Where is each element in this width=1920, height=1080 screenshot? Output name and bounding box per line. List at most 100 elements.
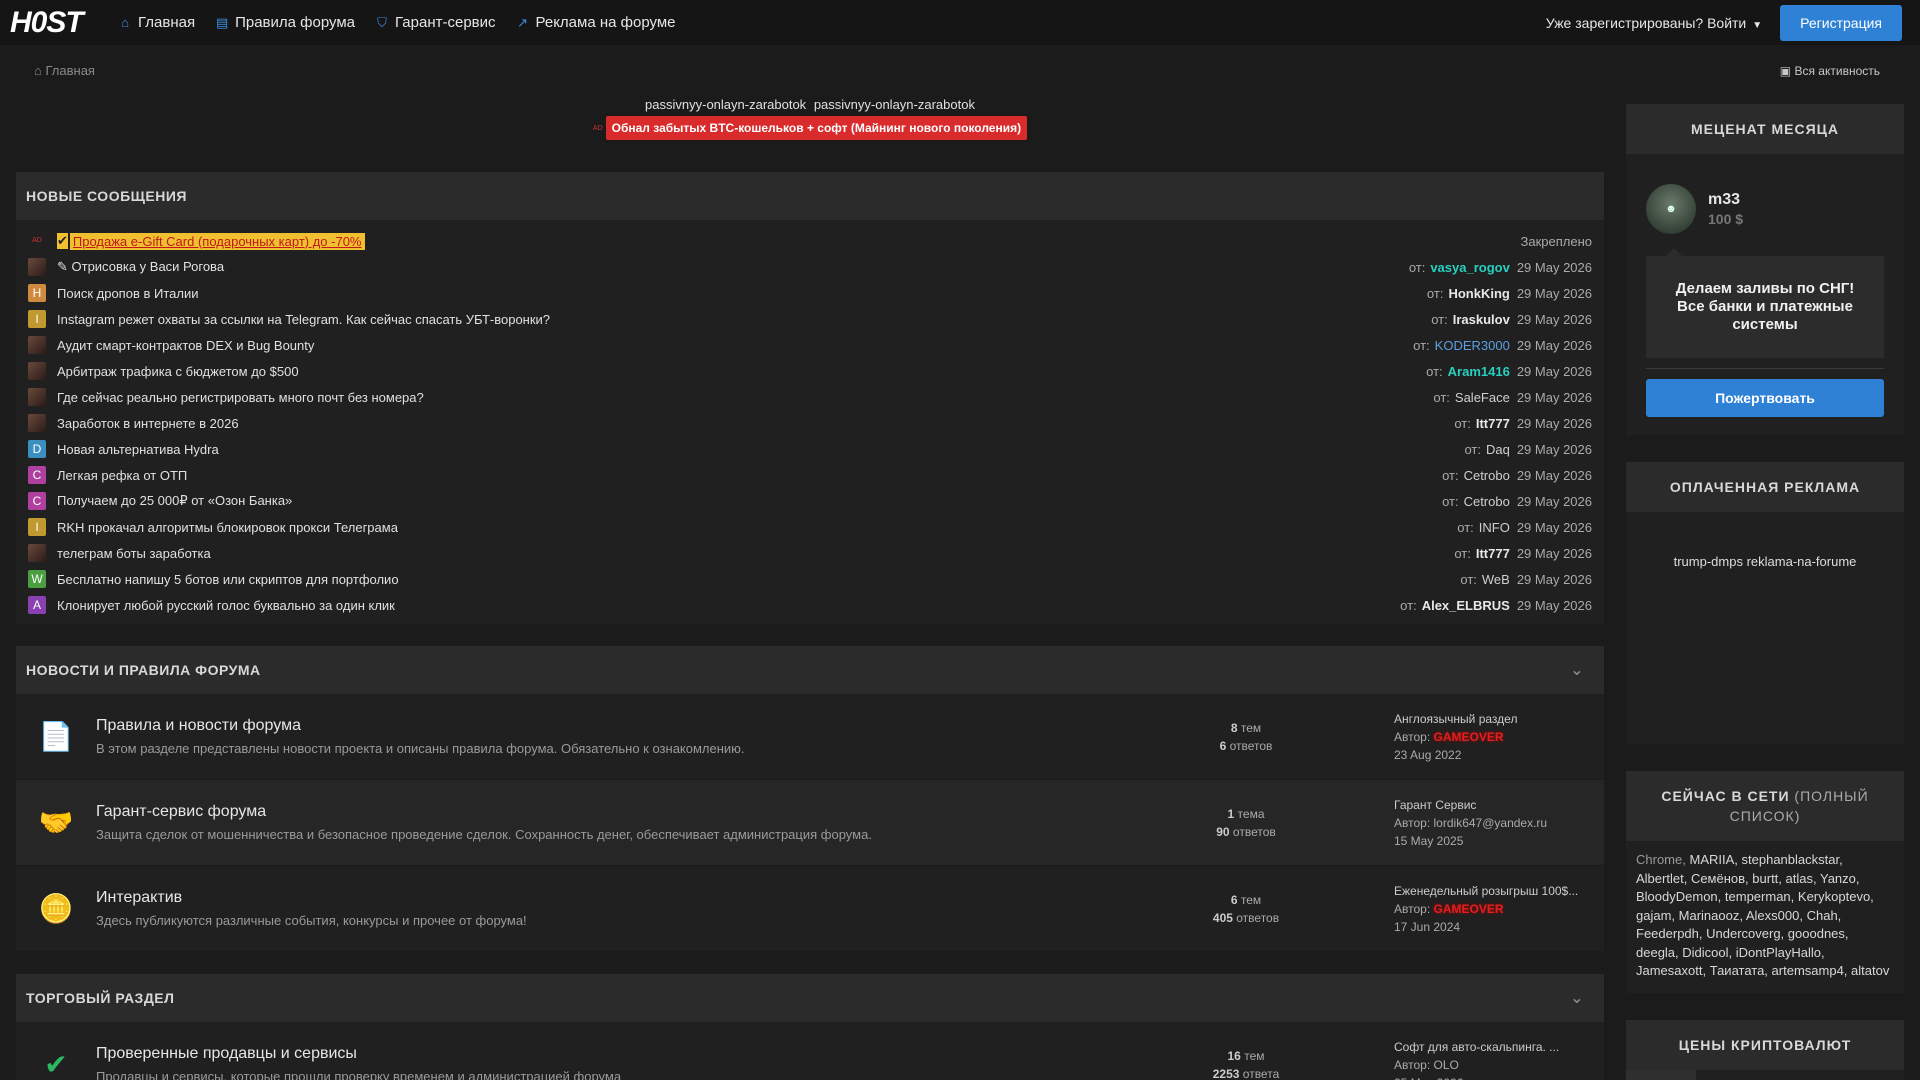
message-title[interactable]: Новая альтернатива Hydra [57,442,219,457]
avatar[interactable] [28,336,46,354]
last-post-author[interactable]: OLO [1434,1058,1459,1072]
message-row[interactable]: AD ✔ Продажа e-Gift Card (подарочных карт)… [28,228,1592,254]
ad-image-1[interactable]: trump-dmps [1674,554,1743,569]
message-title[interactable]: Instagram режет охваты за ссылки на Tele… [57,312,550,327]
online-user[interactable]: Chah, [1807,908,1842,923]
tab-usd[interactable]: USD [1626,1069,1696,1080]
online-user[interactable]: BloodyDemon, [1636,889,1721,904]
message-title[interactable]: Получаем до 25 000₽ от «Озон Банка» [57,493,292,509]
message-author[interactable]: Itt777 [1476,546,1510,561]
donate-button[interactable]: Пожертвовать [1646,379,1884,417]
message-title[interactable]: Легкая рефка от ОТП [57,468,187,483]
avatar[interactable] [28,362,46,380]
message-title[interactable]: Заработок в интернете в 2026 [57,416,239,431]
message-row[interactable]: I Instagram режет охваты за ссылки на Tel… [28,306,1592,332]
trade-header[interactable]: ТОРГОВЫЙ РАЗДЕЛ ⌄ [16,974,1604,1022]
message-title[interactable]: RKH прокачал алгоритмы блокировок прокси… [57,520,398,535]
chevron-down-icon[interactable]: ⌄ [1570,988,1584,1008]
online-user[interactable]: deegla, [1636,945,1679,960]
last-post-title[interactable]: Англоязычный раздел [1394,710,1594,728]
avatar[interactable]: C [28,492,46,510]
message-title[interactable]: Продажа e-Gift Card (подарочных карт) до… [69,232,365,250]
online-user[interactable]: gajam, [1636,908,1675,923]
avatar[interactable] [28,258,46,276]
message-author[interactable]: INFO [1479,520,1510,535]
message-row[interactable]: Где сейчас реально регистрировать много … [28,384,1592,410]
last-post-author[interactable]: GAMEOVER [1434,730,1504,744]
message-title[interactable]: Арбитраж трафика с бюджетом до $500 [57,364,299,379]
message-row[interactable]: ✎ Отрисовка у Васи Рогова от: vasya_rogov 2… [28,254,1592,280]
login-dropdown[interactable]: Уже зарегистрированы? Войти ▼ [1546,15,1762,31]
online-user[interactable]: Marinaooz, [1679,908,1743,923]
register-button[interactable]: Регистрация [1780,4,1902,41]
online-user[interactable]: Jamesaxott, [1636,963,1706,978]
message-row[interactable]: C Легкая рефка от ОТП от: Cetrobo 29 May 202… [28,462,1592,488]
nav-guarantee[interactable]: ⛉ Гарант-сервис [375,14,495,31]
online-user[interactable]: Alexs000, [1746,908,1803,923]
message-author[interactable]: WeB [1482,572,1510,587]
chevron-down-icon[interactable]: ⌄ [1570,660,1584,680]
message-title[interactable]: Бесплатно напишу 5 ботов или скриптов дл… [57,572,399,587]
message-author[interactable]: KODER3000 [1435,338,1510,353]
message-author[interactable]: vasya_rogov [1430,260,1510,275]
online-user[interactable]: Kerykoptevo, [1798,889,1874,904]
avatar[interactable]: ☻ [1646,184,1696,234]
ad-image-2[interactable]: reklama-na-forume [1747,554,1857,569]
message-row[interactable]: телеграм боты заработка от: Itt777 29 May 2… [28,540,1592,566]
online-user[interactable]: Albertlet, [1636,871,1687,886]
message-row[interactable]: D Новая альтернатива Hydra от: Daq 29 May 20… [28,436,1592,462]
message-row[interactable]: C Получаем до 25 000₽ от «Озон Банка» от: C… [28,488,1592,514]
message-row[interactable]: Аудит смарт-контрактов DEX и Bug Bounty о… [28,332,1592,358]
last-post-title[interactable]: Софт для авто-скальпинга. ... [1394,1038,1594,1056]
message-row[interactable]: Арбитраж трафика с бюджетом до $500 от: Ar… [28,358,1592,384]
patron-name[interactable]: m33 [1708,191,1743,209]
avatar[interactable]: C [28,466,46,484]
message-author[interactable]: Aram1416 [1448,364,1510,379]
message-author[interactable]: Alex_ELBRUS [1422,598,1510,613]
online-user[interactable]: Таиатата, [1710,963,1768,978]
avatar[interactable]: D [28,440,46,458]
banner-image-1[interactable]: passivnyy-onlayn-zarabotok [645,97,806,112]
message-title[interactable]: телеграм боты заработка [57,546,211,561]
avatar[interactable]: A [28,596,46,614]
message-author[interactable]: Itt777 [1476,416,1510,431]
last-post-author[interactable]: GAMEOVER [1434,902,1504,916]
site-logo[interactable]: H0ST [10,6,100,39]
tab-gbp[interactable]: GBP [1765,1070,1835,1080]
online-user[interactable]: Undercoverg, [1706,926,1784,941]
message-author[interactable]: Iraskulov [1453,312,1510,327]
message-author[interactable]: Daq [1486,442,1510,457]
avatar[interactable]: H [28,284,46,302]
message-row[interactable]: W Бесплатно напишу 5 ботов или скриптов д… [28,566,1592,592]
message-author[interactable]: Cetrobo [1464,494,1510,509]
last-post-author[interactable]: lordik647@yandex.ru [1434,816,1548,830]
banner-image-2[interactable]: passivnyy-onlayn-zarabotok [814,97,975,112]
online-user[interactable]: temperman, [1725,889,1794,904]
forum-name[interactable]: Гарант-сервис форума [96,803,1156,821]
tab-rub[interactable]: RUB [1835,1070,1905,1080]
news-rules-header[interactable]: НОВОСТИ И ПРАВИЛА ФОРУМА ⌄ [16,646,1604,694]
online-user[interactable]: MARIIA, [1689,852,1737,867]
nav-rules[interactable]: ▤ Правила форума [215,14,355,31]
online-user[interactable]: stephanblackstar, [1742,852,1843,867]
online-user[interactable]: burtt, [1752,871,1782,886]
all-activity-link[interactable]: ▣ Вся активность [1780,64,1880,78]
avatar[interactable]: I [28,310,46,328]
avatar[interactable]: W [28,570,46,588]
message-row[interactable]: A Клонирует любой русский голос буквально… [28,592,1592,618]
message-row[interactable]: I RKH прокачал алгоритмы блокировок прокс… [28,514,1592,540]
online-user[interactable]: Chrome, [1636,852,1686,867]
avatar[interactable] [28,414,46,432]
online-user[interactable]: altatov [1851,963,1889,978]
online-user[interactable]: Feederpdh, [1636,926,1703,941]
online-user[interactable]: iDontPlayHallo, [1736,945,1825,960]
last-post-title[interactable]: Еженедельный розыгрыш 100$... [1394,882,1594,900]
nav-ads[interactable]: ↗ Реклама на форуме [516,14,675,31]
online-user[interactable]: Yanzo, [1820,871,1860,886]
message-row[interactable]: H Поиск дропов в Италии от: HonkKing 29 May … [28,280,1592,306]
forum-name[interactable]: Проверенные продавцы и сервисы [96,1045,1156,1063]
message-author[interactable]: SaleFace [1455,390,1510,405]
breadcrumb-home[interactable]: ⌂ Главная [34,63,95,78]
avatar[interactable] [28,544,46,562]
ad-banner-link[interactable]: Обнал забытых BTC-кошельков + софт (Майн… [605,116,1028,140]
